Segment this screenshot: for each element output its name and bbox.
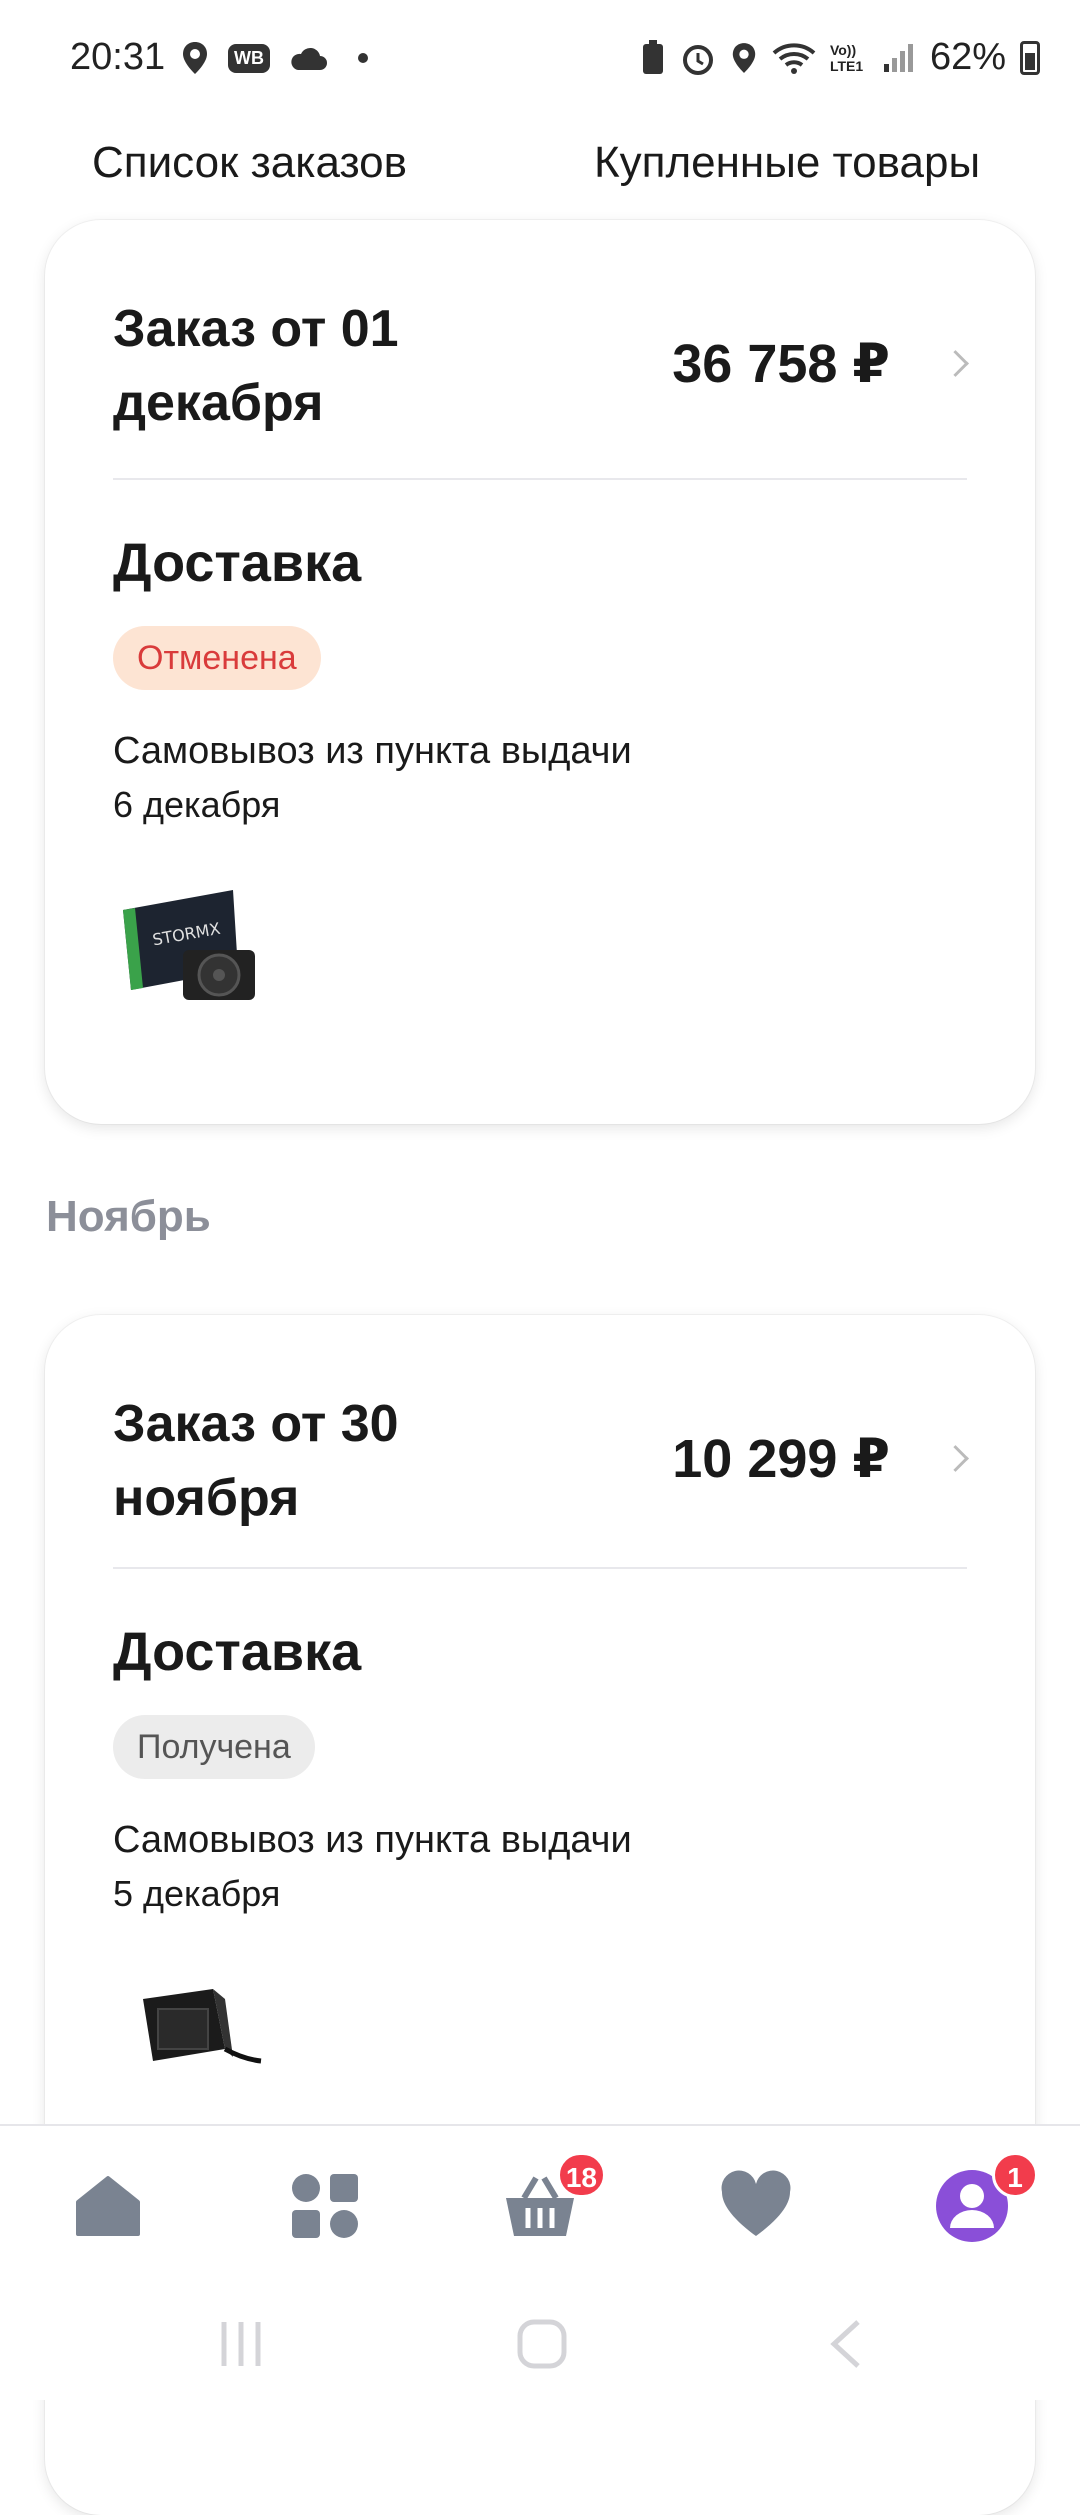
alarm-icon xyxy=(682,44,713,75)
nav-profile[interactable]: 1 xyxy=(932,2152,1038,2246)
wifi-icon xyxy=(772,42,816,74)
order-card[interactable]: Заказ от 01 декабря 36 758 ₽ Доставка От… xyxy=(45,220,1035,1124)
home-icon xyxy=(76,2176,140,2236)
heart-icon xyxy=(721,2170,791,2236)
home-button-icon[interactable] xyxy=(516,2318,568,2370)
recent-apps-icon[interactable] xyxy=(216,2318,266,2370)
delivery-section-title: Доставка xyxy=(113,1622,362,1682)
battery-percent: 62% xyxy=(929,36,1006,78)
location-status-icon xyxy=(732,42,756,73)
order-title: Заказ от 30 ноября xyxy=(113,1395,399,1527)
status-time: 20:31 xyxy=(70,36,166,78)
divider xyxy=(113,478,967,480)
status-right-icons: Vo)) LTE1 62% xyxy=(640,36,1040,79)
delivery-type: Самовывоз из пункта выдачи xyxy=(113,1819,632,1861)
signal-icon xyxy=(883,43,913,72)
delivery-type: Самовывоз из пункта выдачи xyxy=(113,730,632,772)
order-price: 10 299 ₽ xyxy=(672,1429,890,1489)
system-navigation-bar xyxy=(0,2284,1080,2400)
order-price: 36 758 ₽ xyxy=(672,334,890,394)
cart-count-badge: 18 xyxy=(556,2152,606,2198)
delivery-date: 5 декабря xyxy=(113,1873,281,1914)
catalog-icon xyxy=(292,2174,358,2238)
bottom-navigation: 18 1 xyxy=(0,2124,1080,2286)
status-left-icons: WB xyxy=(180,40,368,76)
nav-catalog[interactable] xyxy=(284,2166,364,2246)
tab-order-list[interactable]: Список заказов xyxy=(92,138,407,188)
back-icon[interactable] xyxy=(826,2318,866,2370)
location-icon xyxy=(183,42,207,74)
nav-home[interactable] xyxy=(68,2166,148,2246)
tab-bar: Список заказов Купленные товары xyxy=(0,120,1080,232)
nav-favorites[interactable] xyxy=(716,2166,796,2246)
wb-app-icon: WB xyxy=(228,43,270,73)
divider xyxy=(113,1567,967,1569)
month-label: Ноябрь xyxy=(46,1192,211,1241)
battery-saver-icon xyxy=(642,39,663,74)
status-badge: Получена xyxy=(113,1715,315,1779)
delivery-date: 6 декабря xyxy=(113,784,281,825)
chevron-right-icon[interactable] xyxy=(942,1445,969,1472)
chevron-right-icon[interactable] xyxy=(942,350,969,377)
nav-cart[interactable]: 18 xyxy=(500,2152,606,2246)
cloud-icon xyxy=(291,47,327,70)
power-supply-image[interactable] xyxy=(113,1969,263,2099)
status-bar: 20:31 WB Vo)) LTE1 62% xyxy=(0,0,1080,120)
tab-purchased-items[interactable]: Купленные товары xyxy=(594,138,980,188)
profile-notification-badge: 1 xyxy=(992,2152,1038,2198)
network-type-label: Vo)) LTE1 xyxy=(829,41,864,74)
order-title: Заказ от 01 декабря xyxy=(113,300,399,432)
graphics-card-image[interactable]: STORMX xyxy=(113,880,263,1010)
status-badge: Отменена xyxy=(113,626,321,690)
notification-dot-icon xyxy=(358,53,368,63)
delivery-section-title: Доставка xyxy=(113,533,362,593)
battery-icon xyxy=(1020,40,1040,75)
